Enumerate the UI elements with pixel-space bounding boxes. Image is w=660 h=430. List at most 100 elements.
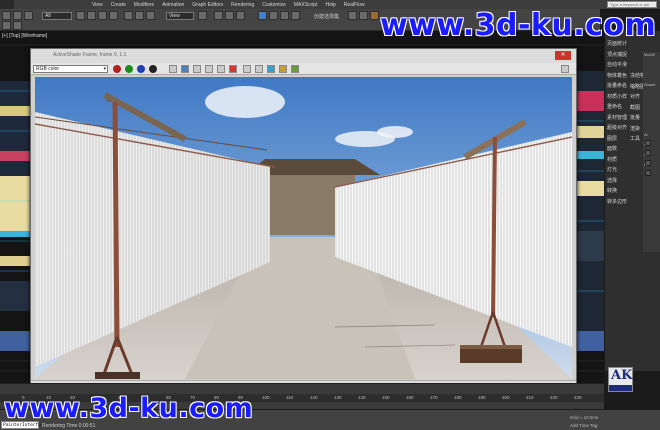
menu-rendering[interactable]: Rendering — [227, 2, 258, 8]
green-channel-icon[interactable] — [125, 65, 133, 73]
menu-maxscript[interactable]: MAXScript — [290, 2, 322, 8]
copy-image-icon[interactable] — [193, 65, 201, 73]
viewport-nav-icon[interactable] — [2, 21, 11, 30]
render-region-icon[interactable] — [243, 65, 251, 73]
color-correct-icon[interactable] — [291, 65, 299, 73]
plugin-item[interactable]: 选择 — [605, 176, 630, 187]
render-window-titlebar[interactable]: ActiveShade Frame, frame 0, 1:1 ✕ — [31, 49, 576, 63]
viewport-pan-icon[interactable] — [13, 21, 22, 30]
clone-window-icon[interactable] — [205, 65, 213, 73]
channel-select-value: RGB color — [36, 66, 60, 72]
monochrome-icon[interactable] — [169, 65, 177, 73]
menu-create[interactable]: Create — [107, 2, 130, 8]
ak-logo: AK — [608, 367, 633, 392]
select-object-icon[interactable] — [76, 11, 85, 20]
plugin-item[interactable]: 批量命名 — [605, 81, 630, 92]
menu-customize[interactable]: Customize — [258, 2, 290, 8]
selection-filter-select[interactable]: All — [42, 12, 72, 20]
timeline-tick-label: 200 — [502, 395, 510, 400]
plugin-item[interactable]: 图层 — [605, 134, 630, 145]
timeline-tick-label: 150 — [382, 395, 390, 400]
save-image-icon[interactable] — [181, 65, 189, 73]
curve-editor-icon[interactable] — [291, 11, 300, 20]
watermark-bottom: www.3d-ku.com — [4, 393, 254, 424]
scale-icon[interactable] — [146, 11, 155, 20]
search-input[interactable]: Type a keyword or phr — [607, 1, 657, 8]
add-time-tag-button[interactable]: Add Time Tag — [570, 423, 597, 428]
layer-icon[interactable] — [280, 11, 289, 20]
print-icon[interactable] — [217, 65, 225, 73]
move-icon[interactable] — [124, 11, 133, 20]
select-by-name-icon[interactable] — [87, 11, 96, 20]
render-frame-window[interactable]: ActiveShade Frame, frame 0, 1:1 ✕ RGB co… — [30, 48, 577, 391]
window-crossing-icon[interactable] — [109, 11, 118, 20]
angle-snap-icon[interactable] — [225, 11, 234, 20]
ak-logo-bar — [609, 385, 632, 391]
menu-modifiers[interactable]: Modifiers — [130, 2, 158, 8]
option-checkbox[interactable] — [645, 150, 651, 156]
menu-realflow[interactable]: RealFlow — [340, 2, 369, 8]
modifier-list-label[interactable]: Modifi — [643, 52, 660, 62]
timeline-tick-label: 120 — [310, 395, 318, 400]
close-button[interactable]: ✕ — [555, 51, 571, 60]
rendered-image — [35, 77, 572, 379]
grid-size-text: Grid = 10.0cm — [570, 415, 599, 420]
watermark-top: www.3d-ku.com — [380, 8, 657, 43]
lens-effects-icon[interactable] — [279, 65, 287, 73]
viewport-label[interactable]: [+] [Top] [Wireframe] — [2, 33, 47, 39]
rect-select-icon[interactable] — [98, 11, 107, 20]
render-window-toolbar: RGB color ▾ — [31, 63, 576, 75]
snap-icon[interactable] — [214, 11, 223, 20]
render-setup-icon[interactable] — [359, 11, 368, 20]
timeline-tick-label: 110 — [286, 395, 294, 400]
render-icon[interactable] — [370, 11, 379, 20]
blue-channel-icon[interactable] — [137, 65, 145, 73]
undo-icon[interactable] — [2, 11, 11, 20]
plugin-item[interactable]: 物体着色 — [605, 71, 630, 82]
reference-coord-select[interactable]: View — [166, 12, 194, 20]
plugin-item[interactable]: 材质 — [605, 155, 630, 166]
timeline-tick-label: 160 — [406, 395, 414, 400]
expand-icon[interactable] — [561, 65, 569, 73]
timeline-tick-label: 210 — [526, 395, 534, 400]
plugin-item[interactable]: 面数 — [605, 144, 630, 155]
menu-animation[interactable]: Animation — [158, 2, 188, 8]
timeline-tick-label: 220 — [550, 395, 558, 400]
plugin-item[interactable]: 素材管理 — [605, 113, 630, 124]
plugin-item[interactable]: 材质小样 — [605, 92, 630, 103]
plugin-item[interactable]: 转多边形 — [605, 197, 630, 208]
rotate-icon[interactable] — [135, 11, 144, 20]
named-selection-label[interactable]: 创建选择集 — [314, 13, 339, 20]
plugin-item[interactable]: 自动平滑 — [605, 60, 630, 71]
plugin-item[interactable]: 重命名 — [605, 102, 630, 113]
percent-snap-icon[interactable] — [236, 11, 245, 20]
plugin-item[interactable]: 超级对齐 — [605, 123, 630, 134]
clear-icon[interactable] — [229, 65, 237, 73]
teapot-icon[interactable] — [267, 65, 275, 73]
settings-icon[interactable] — [255, 65, 263, 73]
menu-help[interactable]: Help — [321, 2, 339, 8]
menu-view[interactable]: View — [88, 2, 107, 8]
plugin-item[interactable]: 顶点捕捉 — [605, 50, 630, 61]
timeline-tick-label: 140 — [358, 395, 366, 400]
timeline-tick-label: 100 — [262, 395, 270, 400]
link-icon[interactable] — [24, 11, 33, 20]
timeline-tick-label: 190 — [478, 395, 486, 400]
timeline-tick-label: 230 — [574, 395, 582, 400]
option-checkbox[interactable] — [645, 160, 651, 166]
app-logo-icon[interactable] — [0, 0, 14, 9]
option-checkbox[interactable] — [645, 170, 651, 176]
redo-icon[interactable] — [13, 11, 22, 20]
material-editor-icon[interactable] — [348, 11, 357, 20]
timeline-tick-label: 170 — [430, 395, 438, 400]
red-channel-icon[interactable] — [113, 65, 121, 73]
alpha-channel-icon[interactable] — [149, 65, 157, 73]
align-icon[interactable] — [269, 11, 278, 20]
pivot-icon[interactable] — [198, 11, 207, 20]
menu-graph-editors[interactable]: Graph Editors — [188, 2, 227, 8]
channel-select[interactable]: RGB color ▾ — [33, 65, 108, 73]
option-checkbox[interactable] — [645, 140, 651, 146]
plugin-item[interactable]: 灯光 — [605, 165, 630, 176]
mirror-icon[interactable] — [258, 11, 267, 20]
plugin-item[interactable]: 转换 — [605, 186, 630, 197]
